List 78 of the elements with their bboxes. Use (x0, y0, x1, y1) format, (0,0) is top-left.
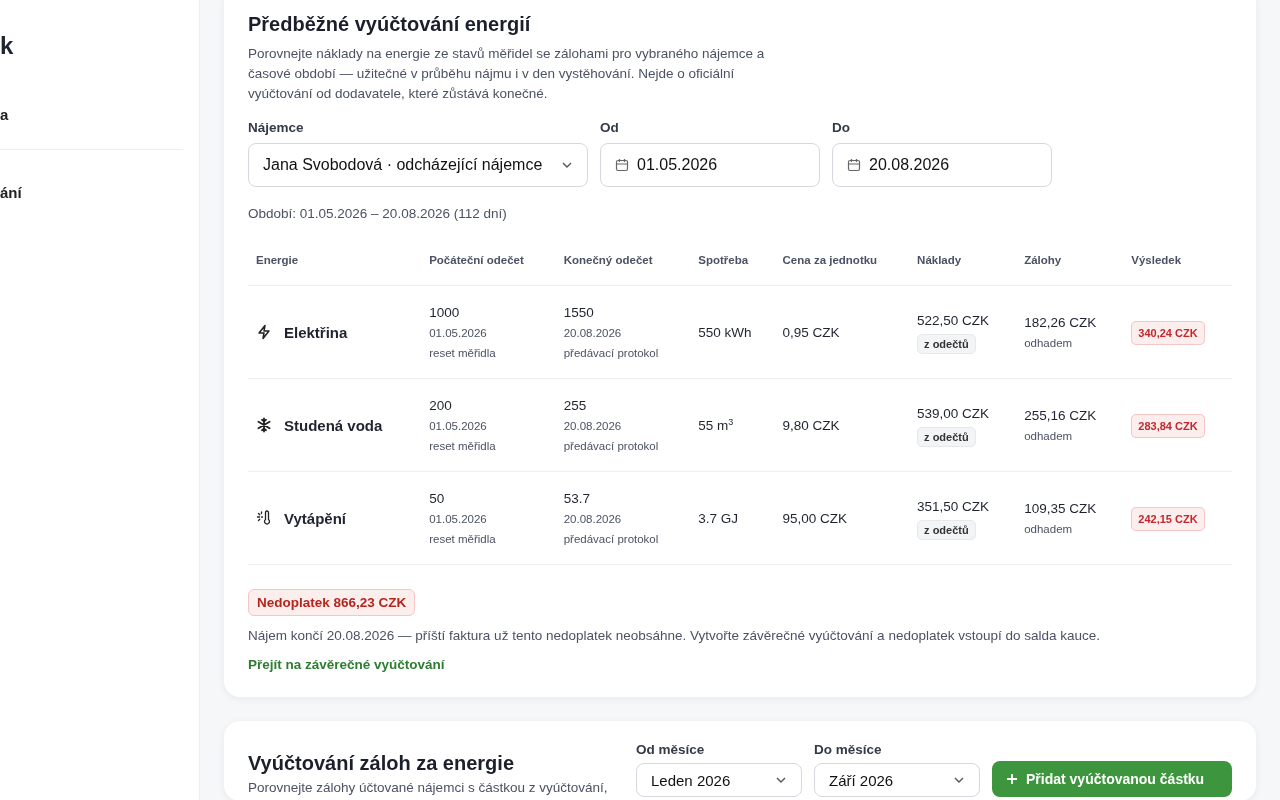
energy-name: Vytápění (284, 509, 346, 527)
energy-name: Elektřina (284, 323, 348, 341)
reading-date: 20.08.2026 (563, 418, 622, 434)
date-field[interactable]: 01.05.2026 (600, 143, 820, 187)
reading-note: předávací protokol (563, 438, 659, 454)
reading-value: 50 (429, 489, 445, 508)
reading-value: 1000 (429, 303, 460, 322)
date-field[interactable]: 20.08.2026 (832, 143, 1052, 187)
usage-value: 550 kWh (698, 324, 752, 340)
plus-icon (1006, 773, 1018, 785)
reading-note: reset měřidla (429, 438, 496, 454)
reading-date: 01.05.2026 (429, 418, 487, 434)
note-text: Nájem končí 20.08.2026 — příští faktura už tento nedoplatek neobsáhne. Vytvořte závěrečné vyúčtování a nedoplatek vstoupí do salda kauce. (248, 628, 1102, 643)
reading-date: 20.08.2026 (563, 511, 622, 527)
energy-name: Studená voda (284, 416, 383, 434)
unit-price: 0,95 CZK (782, 324, 840, 340)
result-badge: 283,84 CZK (1131, 413, 1205, 438)
snowflake-icon (256, 417, 272, 433)
advance-value: 255,16 CZK (1024, 406, 1097, 425)
field-label: Do (832, 120, 851, 135)
add-amount-button[interactable]: Přidat vyúčtovanou částku (992, 761, 1232, 797)
result-badge: 340,24 CZK (1131, 320, 1205, 345)
column-header: Počáteční odečet (421, 235, 556, 286)
app-logo-text[interactable]: k (0, 32, 14, 62)
reading-note: reset měřidla (429, 345, 496, 361)
reading-date: 20.08.2026 (563, 325, 622, 341)
calendar-icon (615, 158, 629, 172)
column-header: Náklady (909, 235, 1017, 286)
cost-value: 351,50 CZK (917, 498, 990, 516)
advance-value: 182,26 CZK (1024, 313, 1097, 332)
field-label: Do měsíce (814, 742, 883, 757)
advance-value: 109,35 CZK (1024, 499, 1097, 518)
section-title: Předběžné vyúčtování energií (248, 12, 532, 37)
lightning-icon (256, 324, 272, 340)
sidebar-item[interactable]: ání (0, 184, 22, 201)
cost-value: 522,50 CZK (917, 312, 990, 330)
tenant-select[interactable]: Jana Svobodová · odcházející nájemce (248, 143, 588, 187)
reading-note: předávací protokol (563, 345, 659, 361)
thermometer-sun-icon (256, 510, 272, 526)
final-settlement-link[interactable]: Přejít na závěrečné vyúčtování (248, 657, 445, 672)
calendar-icon (847, 158, 861, 172)
field-label: Od měsíce (636, 742, 706, 757)
source-badge: z odečtů (917, 427, 976, 447)
reading-value: 255 (563, 396, 587, 415)
column-header: Cena za jednotku (774, 235, 910, 286)
column-header: Energie (248, 235, 422, 286)
reading-date: 01.05.2026 (429, 325, 487, 341)
field-label: Nájemce (248, 120, 305, 135)
result-badge: 242,15 CZK (1131, 506, 1205, 531)
section-description: Porovnejte náklady na energie ze stavů měřidel se zálohami pro vybraného nájemce a časové období — užitečné v průběhu nájmu i v den vystěhování. Nejde o oficiální vyúčtování od dodavatele, které zůstává konečné. (248, 45, 766, 103)
advance-note: odhadem (1024, 335, 1073, 351)
month-select[interactable]: Leden 2026 (636, 763, 802, 797)
column-header: Výsledek (1123, 235, 1232, 286)
column-header: Spotřeba (690, 235, 775, 286)
source-badge: z odečtů (917, 334, 976, 354)
column-header: Konečný odečet (555, 235, 691, 286)
usage-value: 3.7 GJ (698, 510, 739, 526)
month-select[interactable]: Září 2026 (814, 763, 980, 797)
column-header: Zálohy (1016, 235, 1124, 286)
sidebar-item[interactable]: a (0, 106, 9, 123)
period-text: Období: 01.05.2026 – 20.08.2026 (112 dní) (248, 206, 508, 221)
section-title: Vyúčtování záloh za energie (248, 751, 515, 776)
reading-value: 1550 (563, 303, 594, 322)
reading-note: reset měřidla (429, 531, 496, 547)
unit-price: 9,80 CZK (782, 417, 840, 433)
reading-date: 01.05.2026 (429, 511, 487, 527)
field-label: Od (600, 120, 620, 135)
section-description: Porovnejte zálohy účtované nájemci s částkou z vyúčtování, (248, 779, 608, 797)
reading-value: 200 (429, 396, 452, 415)
total-badge: Nedoplatek 866,23 CZK (248, 589, 416, 616)
reading-value: 53.7 (563, 489, 590, 508)
advance-note: odhadem (1024, 428, 1073, 444)
advance-note: odhadem (1024, 521, 1073, 537)
cost-value: 539,00 CZK (917, 405, 990, 423)
unit-price: 95,00 CZK (782, 510, 848, 526)
reading-note: předávací protokol (563, 531, 659, 547)
source-badge: z odečtů (917, 520, 976, 540)
usage-value: 55 m$^{3}$ (698, 418, 734, 434)
